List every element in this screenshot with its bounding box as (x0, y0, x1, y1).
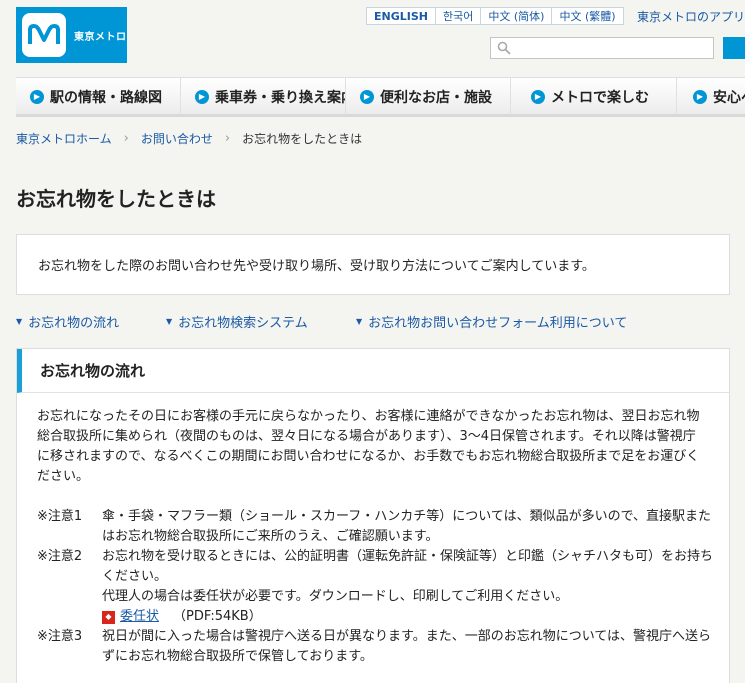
chevron-right-icon: ▶ (195, 89, 209, 104)
chevron-right-icon: ▶ (360, 89, 374, 104)
site-logo[interactable]: 東京メトロ (16, 7, 127, 63)
search-input[interactable] (511, 38, 713, 58)
intro-text: お忘れ物をした際のお問い合わせ先や受け取り場所、受け取り方法についてご案内してい… (38, 259, 595, 274)
breadcrumb-home[interactable]: 東京メトロホーム (16, 130, 112, 147)
search-icon (497, 41, 511, 55)
note-item: ※注意1 傘・手袋・マフラー類（ショール・スカーフ・ハンカチ等）については、類似… (37, 509, 712, 544)
nav-enjoy[interactable]: ▶ メトロで楽しむ (510, 78, 676, 115)
section-title: お忘れ物の流れ (17, 349, 729, 393)
section-body: お忘れになったその日にお客様の手元に戻らなかったり、お客様に連絡ができなかったお… (17, 393, 729, 667)
note-item: ※注意2 お忘れ物を受け取るときには、公的証明書（運転免許証・保険証等）と印鑑（… (37, 547, 717, 627)
section-paragraph: お忘れになったその日にお客様の手元に戻らなかったり、お客様に連絡ができなかったお… (37, 409, 700, 484)
nav-station-info[interactable]: ▶ 駅の情報・路線図 (16, 78, 180, 115)
lost-item-flow-section: お忘れ物の流れ お忘れになったその日にお客様の手元に戻らなかったり、お客様に連絡… (16, 348, 730, 683)
proxy-form-pdf-link[interactable]: 委任状 (120, 607, 159, 627)
page-title: お忘れ物をしたときは (16, 187, 216, 211)
nav-shops[interactable]: ▶ 便利なお店・施設 (345, 78, 510, 115)
search-button[interactable] (723, 37, 745, 59)
intro-box: お忘れ物をした際のお問い合わせ先や受け取り場所、受け取り方法についてご案内してい… (16, 234, 730, 295)
breadcrumb-contact[interactable]: お問い合わせ (141, 130, 213, 147)
caret-down-icon: ▼ (356, 317, 363, 326)
pdf-icon: ◆ (102, 610, 115, 624)
anchor-search-system[interactable]: ▼ お忘れ物検索システム (166, 312, 356, 331)
chevron-right-icon: ▶ (531, 89, 545, 104)
app-link[interactable]: 東京メトロのアプリ (637, 8, 745, 25)
caret-down-icon: ▼ (166, 317, 173, 326)
pdf-size: （PDF:54KB） (173, 609, 262, 624)
pdf-download: ◆ 委任状 （PDF:54KB） (102, 607, 717, 627)
lang-chinese-traditional[interactable]: 中文 (繁體) (551, 8, 622, 24)
lang-korean[interactable]: 한국어 (434, 8, 480, 24)
chevron-right-icon: › (123, 131, 129, 146)
caret-down-icon: ▼ (16, 317, 23, 326)
metro-logo-icon (22, 13, 66, 57)
anchor-flow[interactable]: ▼ お忘れ物の流れ (16, 312, 166, 331)
chevron-right-icon: › (224, 131, 231, 146)
anchor-links: ▼ お忘れ物の流れ ▼ お忘れ物検索システム ▼ お忘れ物お問い合わせフォーム利… (16, 312, 627, 331)
chevron-right-icon: ▶ (693, 89, 707, 104)
notes-list: ※注意1 傘・手袋・マフラー類（ショール・スカーフ・ハンカチ等）については、類似… (37, 507, 729, 667)
breadcrumb: 東京メトロホーム › お問い合わせ › お忘れ物をしたときは (16, 130, 362, 147)
search-box (490, 37, 714, 59)
global-nav: ▶ 駅の情報・路線図 ▶ 乗車券・乗り換え案内 ▶ 便利なお店・施設 ▶ メトロ… (16, 77, 745, 117)
note-item: ※注意3 祝日が間に入った場合は警視庁へ送る日が異なります。また、一部のお忘れ物… (37, 629, 712, 664)
logo-text: 東京メトロ (74, 31, 127, 43)
breadcrumb-current: お忘れ物をしたときは (242, 132, 363, 146)
site-header: 東京メトロ ENGLISH 한국어 中文 (简体) 中文 (繁體) 東京メトロの… (0, 0, 745, 70)
chevron-right-icon: ▶ (30, 89, 44, 104)
lang-chinese-simplified[interactable]: 中文 (简体) (480, 8, 551, 24)
anchor-inquiry-form[interactable]: ▼ お忘れ物お問い合わせフォーム利用について (356, 312, 627, 331)
language-switcher: ENGLISH 한국어 中文 (简体) 中文 (繁體) (366, 7, 624, 25)
lang-english[interactable]: ENGLISH (367, 8, 435, 24)
nav-tickets[interactable]: ▶ 乗車券・乗り換え案内 (180, 78, 345, 115)
nav-safety[interactable]: ▶ 安心へ (676, 78, 745, 115)
